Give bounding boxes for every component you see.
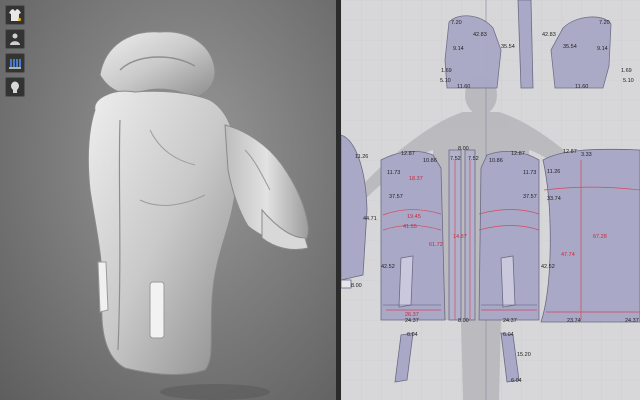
svg-text:8.00: 8.00 (458, 146, 469, 152)
svg-text:35.54: 35.54 (563, 44, 577, 50)
svg-text:33.74: 33.74 (547, 196, 561, 202)
svg-text:61.72: 61.72 (429, 242, 443, 248)
avatar-icon (10, 33, 20, 45)
svg-text:9.14: 9.14 (453, 46, 464, 52)
svg-text:12.87: 12.87 (563, 149, 577, 155)
svg-text:41.55: 41.55 (403, 224, 417, 230)
svg-text:11.60: 11.60 (575, 84, 588, 90)
svg-text:26.37: 26.37 (405, 312, 419, 318)
viewport-3d[interactable] (0, 0, 336, 400)
svg-text:1.69: 1.69 (621, 68, 632, 74)
svg-text:37.57: 37.57 (523, 194, 537, 200)
garment-3d-render (87, 31, 309, 400)
svg-text:12.87: 12.87 (401, 151, 415, 157)
svg-text:67.28: 67.28 (593, 234, 607, 240)
svg-text:7.52: 7.52 (468, 156, 479, 162)
avatar-tool-button[interactable] (5, 29, 25, 49)
svg-text:7.52: 7.52 (450, 156, 461, 162)
svg-text:7.20: 7.20 (599, 20, 610, 26)
svg-text:11.60: 11.60 (457, 84, 470, 90)
svg-text:10.86: 10.86 (489, 158, 503, 164)
viewport-toolbar (5, 5, 25, 97)
viewport-2d[interactable]: 7.20 42.83 35.54 9.14 1.69 5.10 11.60 7.… (341, 0, 640, 400)
back-panel (540, 148, 640, 323)
svg-text:18.37: 18.37 (409, 176, 423, 182)
svg-text:47.74: 47.74 (561, 252, 575, 258)
svg-text:11.26: 11.26 (355, 154, 368, 160)
svg-text:42.52: 42.52 (541, 264, 555, 270)
svg-text:11.73: 11.73 (387, 170, 400, 176)
pocket-right (149, 281, 165, 339)
svg-text:9.14: 9.14 (597, 46, 608, 52)
hood-strip (517, 0, 534, 89)
svg-text:42.83: 42.83 (473, 32, 487, 38)
svg-text:19.45: 19.45 (407, 214, 421, 220)
svg-text:37.57: 37.57 (389, 194, 403, 200)
svg-text:15.20: 15.20 (517, 352, 531, 358)
pocket-left (398, 255, 414, 308)
svg-text:6.04: 6.04 (511, 378, 522, 384)
head-tool-button[interactable] (5, 77, 25, 97)
svg-text:44.71: 44.71 (363, 216, 377, 222)
svg-text:23.74: 23.74 (567, 318, 581, 324)
svg-text:42.83: 42.83 (542, 32, 556, 38)
svg-text:12.87: 12.87 (511, 151, 525, 157)
head-icon (11, 81, 19, 93)
svg-text:35.54: 35.54 (501, 44, 515, 50)
svg-text:3.33: 3.33 (581, 152, 592, 158)
shirt-tool-button[interactable] (5, 5, 25, 25)
svg-text:5.10: 5.10 (440, 78, 451, 84)
pocket-right-2d (500, 255, 516, 308)
svg-text:7.20: 7.20 (451, 20, 462, 26)
svg-text:10.86: 10.86 (423, 158, 437, 164)
svg-text:6.04: 6.04 (407, 332, 418, 338)
svg-text:1.69: 1.69 (441, 68, 452, 74)
svg-text:6.04: 6.04 (503, 332, 514, 338)
svg-text:24.37: 24.37 (405, 318, 419, 324)
svg-text:8.00: 8.00 (458, 318, 469, 324)
hanger-icon (9, 59, 21, 69)
svg-text:11.73: 11.73 (523, 170, 536, 176)
svg-text:14.87: 14.87 (453, 234, 467, 240)
shirt-icon (9, 9, 21, 21)
hanger-tool-button[interactable] (5, 53, 25, 73)
svg-text:24.37: 24.37 (625, 318, 639, 324)
svg-text:11.26: 11.26 (547, 169, 560, 175)
svg-text:24.37: 24.37 (503, 318, 517, 324)
svg-text:5.10: 5.10 (623, 78, 634, 84)
pattern-canvas: 7.20 42.83 35.54 9.14 1.69 5.10 11.60 7.… (341, 0, 640, 400)
svg-text:8.00: 8.00 (351, 283, 362, 289)
svg-text:42.52: 42.52 (381, 264, 395, 270)
